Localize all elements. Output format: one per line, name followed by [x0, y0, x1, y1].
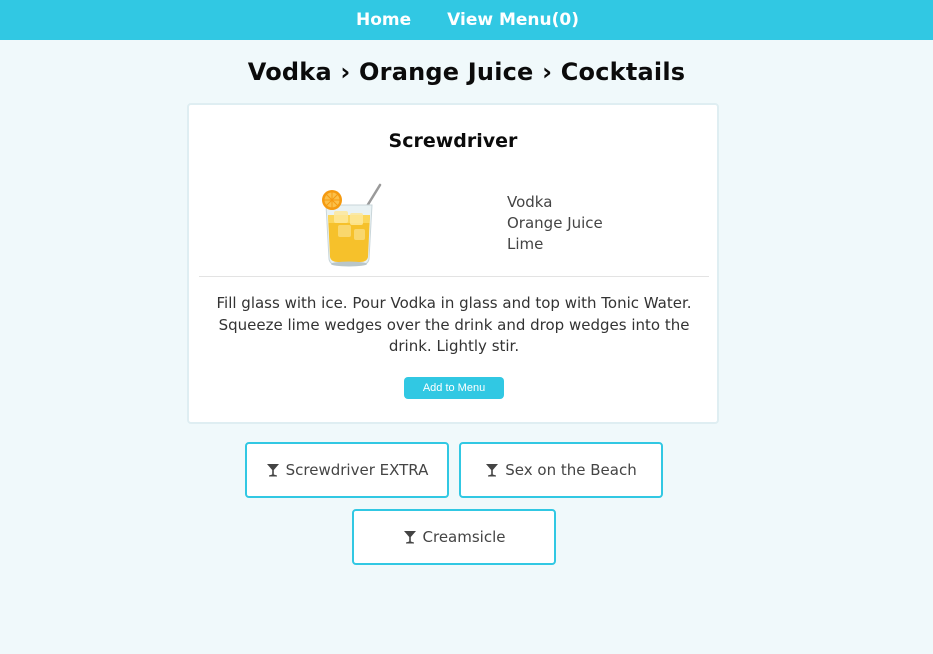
martini-glass-icon: [486, 464, 499, 477]
ingredient-item: Vodka: [507, 193, 553, 211]
related-drink-button[interactable]: Screwdriver EXTRA: [245, 442, 449, 498]
related-drink-label: Screwdriver EXTRA: [285, 461, 429, 479]
related-drink-button[interactable]: Sex on the Beach: [459, 442, 663, 498]
related-drink-label: Creamsicle: [422, 528, 506, 546]
nav-view-menu-link[interactable]: View Menu(0): [445, 10, 579, 30]
page-title: Vodka › Orange Juice › Cocktails: [247, 58, 686, 86]
drink-name: Screwdriver: [388, 130, 518, 152]
drink-instructions: Fill glass with ice. Pour Vodka in glass…: [216, 294, 692, 355]
ingredient-item: Lime: [507, 235, 544, 253]
martini-glass-icon: [266, 464, 279, 477]
nav-home-link[interactable]: Home: [354, 10, 411, 30]
divider: [199, 276, 709, 277]
related-drink-button[interactable]: Creamsicle: [352, 509, 556, 565]
martini-glass-icon: [403, 531, 416, 544]
add-to-menu-button[interactable]: Add to Menu: [404, 377, 504, 399]
ingredient-item: Orange Juice: [507, 214, 603, 232]
related-drink-label: Sex on the Beach: [505, 461, 637, 479]
cocktail-glass-orange-icon: [322, 183, 382, 267]
ingredient-list: Vodka Orange Juice Lime: [507, 192, 603, 255]
drink-card: Screwdriver Vodka Orange Juice Lime Fill…: [187, 103, 719, 424]
top-nav-bar: Home View Menu(0): [0, 0, 933, 40]
